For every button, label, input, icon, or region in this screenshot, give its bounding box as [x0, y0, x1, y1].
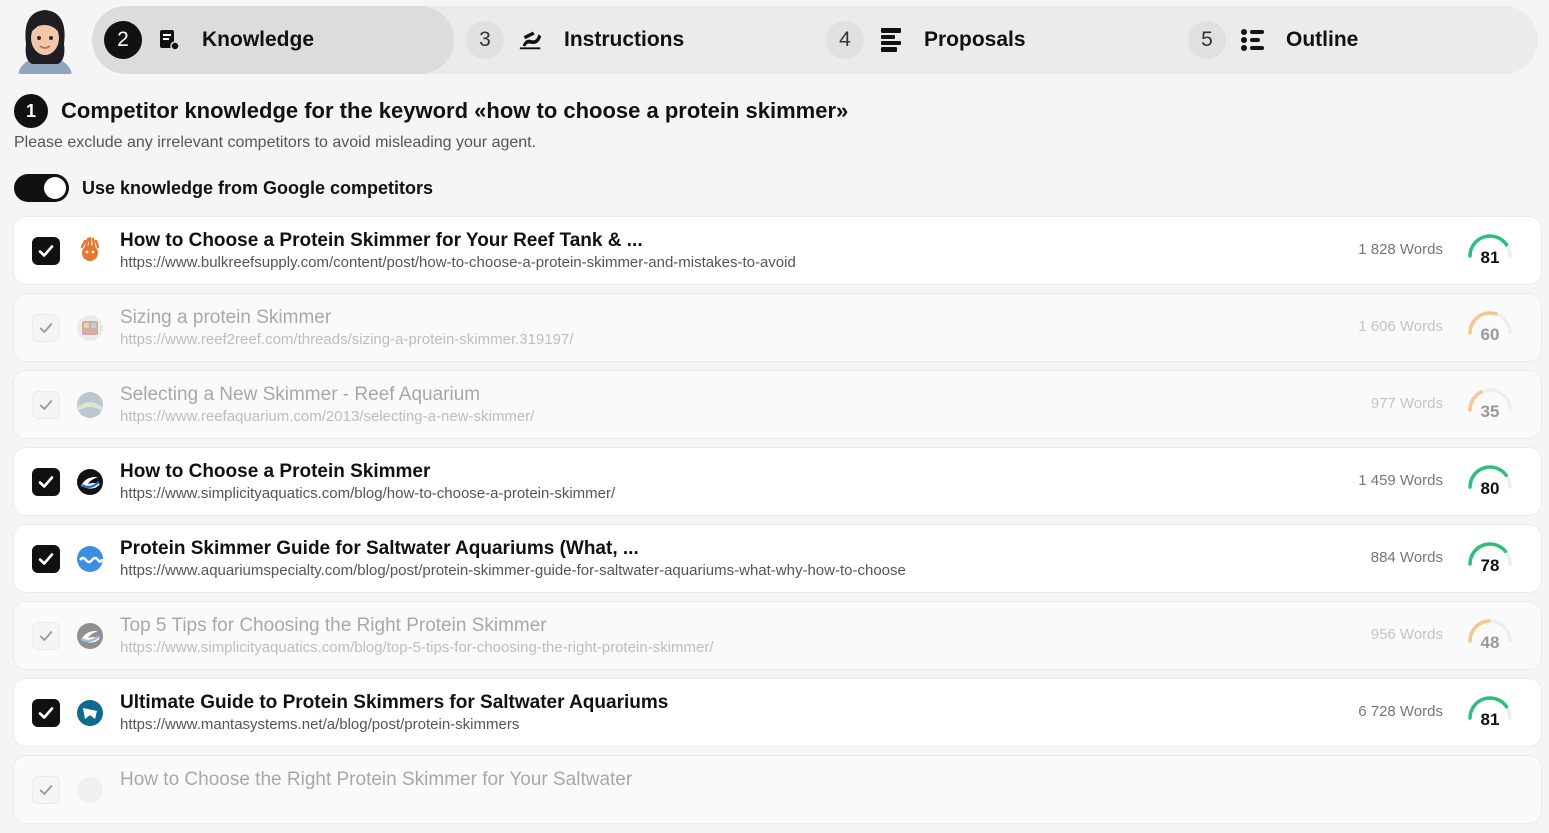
score-value: 35: [1480, 402, 1500, 421]
competitor-title[interactable]: Ultimate Guide to Protein Skimmers for S…: [120, 692, 668, 714]
bulk-reef-supply-logo-icon: [76, 237, 104, 265]
competitor-row[interactable]: How to Choose the Right Protein Skimmer …: [14, 756, 1541, 823]
section-subtitle: Please exclude any irrelevant competitor…: [14, 134, 537, 151]
tab-instructions[interactable]: 3 Instructions: [454, 6, 684, 74]
score-gauge: 81: [1465, 231, 1515, 271]
score-value: 80: [1480, 479, 1500, 498]
competitor-checkbox[interactable]: [32, 776, 60, 804]
step-label: Proposals: [924, 28, 1026, 51]
competitor-title[interactable]: Protein Skimmer Guide for Saltwater Aqua…: [120, 538, 639, 560]
score-gauge: 78: [1465, 539, 1515, 579]
competitor-title[interactable]: Selecting a New Skimmer - Reef Aquarium: [120, 384, 480, 406]
competitor-url: https://www.mantasystems.net/a/blog/post…: [120, 716, 520, 733]
competitor-row[interactable]: Selecting a New Skimmer - Reef Aquarium h…: [14, 371, 1541, 438]
step-label: Knowledge: [202, 28, 315, 51]
competitor-row[interactable]: Top 5 Tips for Choosing the Right Protei…: [14, 602, 1541, 669]
competitor-row[interactable]: Sizing a protein Skimmer https://www.reef…: [14, 294, 1541, 361]
competitor-url: https://www.bulkreefsupply.com/content/p…: [120, 254, 796, 271]
competitor-checkbox[interactable]: [32, 391, 60, 419]
word-count: 6 728 Words: [1358, 703, 1443, 720]
aquarium-specialty-logo-icon: [76, 545, 104, 573]
competitor-url: https://www.reefaquarium.com/2013/select…: [120, 408, 535, 425]
toggle-knob: [44, 177, 66, 199]
competitor-checkbox[interactable]: [32, 468, 60, 496]
word-count: 884 Words: [1370, 549, 1443, 566]
competitor-checkbox[interactable]: [32, 545, 60, 573]
avatar[interactable]: [12, 4, 78, 74]
tab-outline[interactable]: 5 Outline: [1176, 6, 1358, 74]
simplicity-aquatics-logo-icon: [76, 622, 104, 650]
competitor-url: https://www.simplicityaquatics.com/blog/…: [120, 639, 714, 656]
competitor-list: How to Choose a Protein Skimmer for Your…: [14, 217, 1541, 833]
competitor-checkbox[interactable]: [32, 699, 60, 727]
competitor-title[interactable]: How to Choose a Protein Skimmer: [120, 461, 430, 483]
step-number: 2: [104, 21, 142, 59]
competitor-title[interactable]: How to Choose the Right Protein Skimmer …: [120, 769, 632, 791]
score-gauge: 48: [1465, 616, 1515, 656]
section-number: 1: [14, 94, 48, 128]
competitor-title[interactable]: Top 5 Tips for Choosing the Right Protei…: [120, 615, 547, 637]
page-title: Competitor knowledge for the keyword «ho…: [61, 98, 849, 123]
reef-aquarium-logo-icon: [76, 391, 104, 419]
step-label: Instructions: [564, 28, 685, 51]
google-competitors-toggle-row: Use knowledge from Google competitors: [14, 174, 433, 202]
site-logo-icon: [76, 776, 104, 804]
competitor-row[interactable]: Protein Skimmer Guide for Saltwater Aqua…: [14, 525, 1541, 592]
tab-proposals[interactable]: 4 Proposals: [814, 6, 1026, 74]
user-avatar-image: [12, 4, 78, 74]
score-gauge: 35: [1465, 385, 1515, 425]
step-tabs: 2 Knowledge 3 Instructions 4 Proposals 5: [92, 6, 1538, 74]
score-gauge: 60: [1465, 308, 1515, 348]
word-count: 1 606 Words: [1358, 318, 1443, 335]
pen-writing-icon: [518, 27, 544, 53]
score-value: 48: [1480, 633, 1500, 652]
bullet-list-icon: [1240, 27, 1266, 53]
word-count: 1 459 Words: [1358, 472, 1443, 489]
competitor-title[interactable]: Sizing a protein Skimmer: [120, 307, 331, 329]
score-value: 81: [1480, 248, 1500, 267]
list-bars-icon: [878, 27, 904, 53]
tab-knowledge[interactable]: 2 Knowledge: [92, 6, 454, 74]
book-icon: [156, 27, 182, 53]
competitor-row[interactable]: How to Choose a Protein Skimmer https://w…: [14, 448, 1541, 515]
competitor-checkbox[interactable]: [32, 237, 60, 265]
score-value: 81: [1480, 710, 1500, 729]
top-navigation: 2 Knowledge 3 Instructions 4 Proposals 5: [0, 0, 1549, 80]
reef2reef-logo-icon: [76, 314, 104, 342]
score-gauge: 81: [1465, 693, 1515, 733]
score-value: 60: [1480, 325, 1500, 344]
competitor-row[interactable]: Ultimate Guide to Protein Skimmers for S…: [14, 679, 1541, 746]
step-label: Outline: [1286, 28, 1359, 51]
competitor-checkbox[interactable]: [32, 622, 60, 650]
step-number: 4: [826, 21, 864, 59]
toggle-label: Use knowledge from Google competitors: [82, 177, 434, 198]
competitor-url: https://www.reef2reef.com/threads/sizing…: [120, 331, 574, 348]
section-heading: 1 Competitor knowledge for the keyword «…: [14, 94, 848, 128]
word-count: 977 Words: [1370, 395, 1443, 412]
score-value: 78: [1480, 556, 1500, 575]
step-number: 3: [466, 21, 504, 59]
competitor-checkbox[interactable]: [32, 314, 60, 342]
score-gauge: 80: [1465, 462, 1515, 502]
manta-systems-logo-icon: [76, 699, 104, 727]
simplicity-aquatics-logo-icon: [76, 468, 104, 496]
competitor-title[interactable]: How to Choose a Protein Skimmer for Your…: [120, 230, 643, 252]
word-count: 956 Words: [1370, 626, 1443, 643]
competitor-row[interactable]: How to Choose a Protein Skimmer for Your…: [14, 217, 1541, 284]
word-count: 1 828 Words: [1358, 241, 1443, 258]
competitor-url: https://www.aquariumspecialty.com/blog/p…: [120, 562, 906, 579]
competitor-url: https://www.simplicityaquatics.com/blog/…: [120, 485, 616, 502]
step-number: 5: [1188, 21, 1226, 59]
google-competitors-toggle[interactable]: [14, 174, 69, 202]
